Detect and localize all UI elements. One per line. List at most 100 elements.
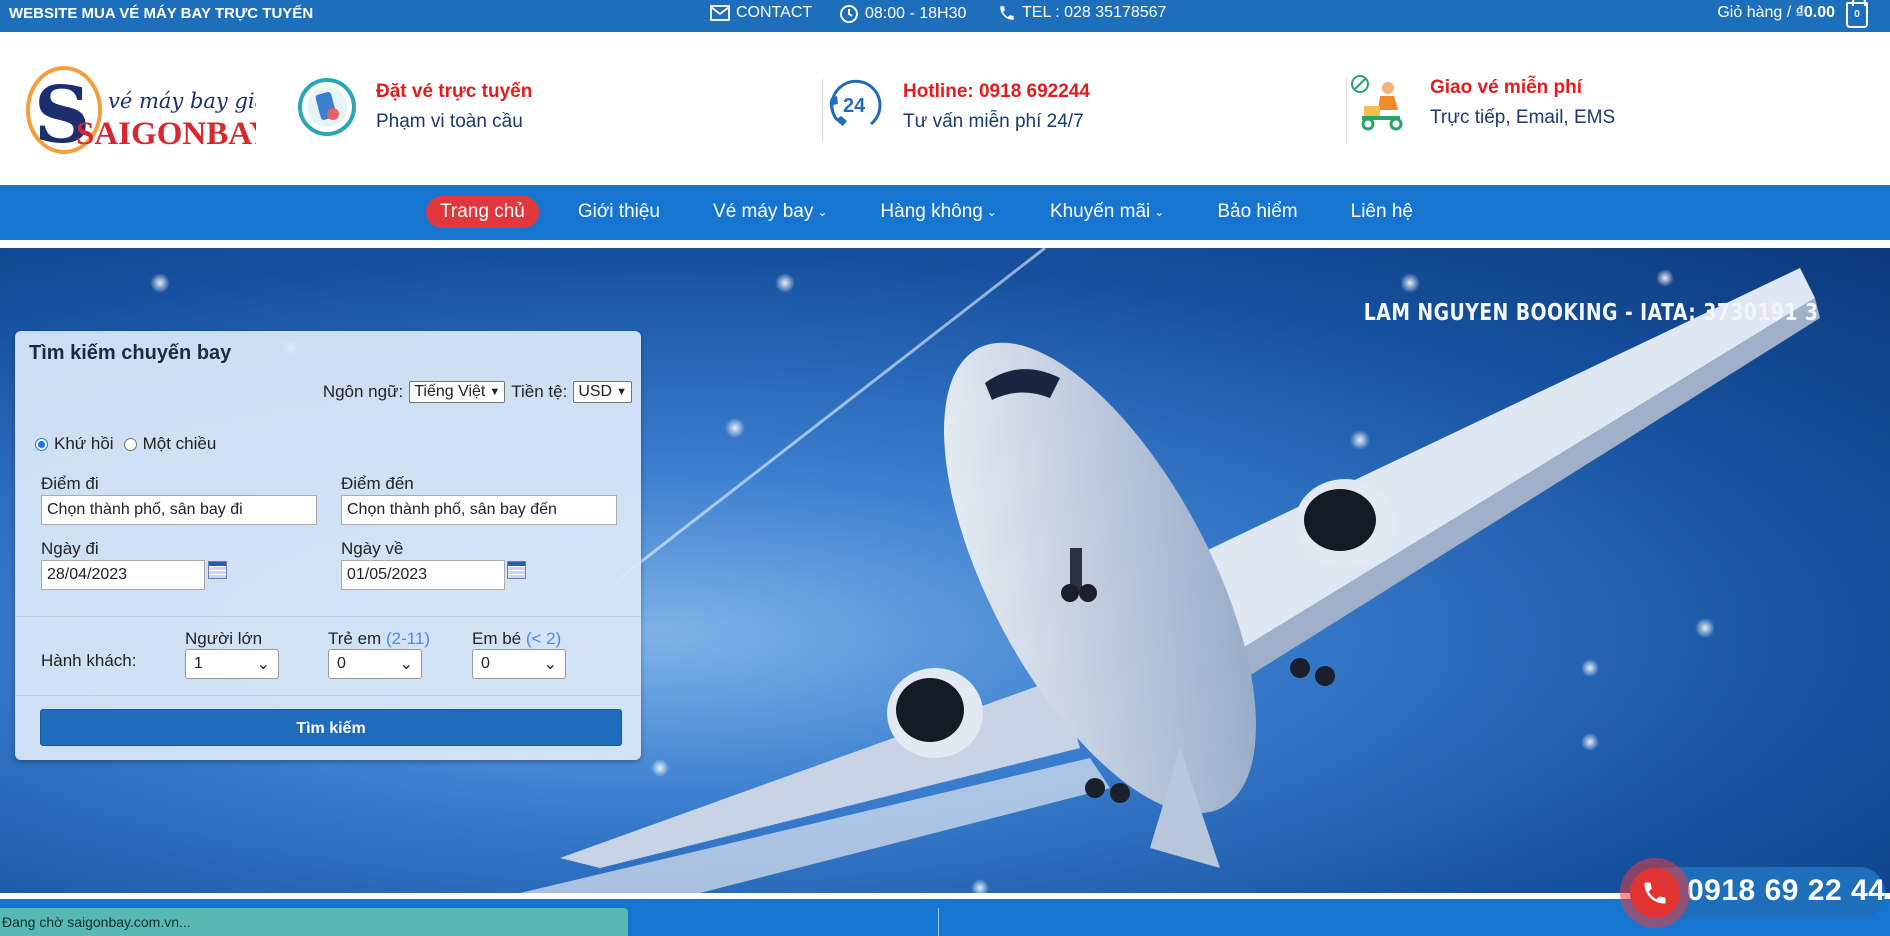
nav-label: Vé máy bay: [713, 201, 814, 222]
to-label: Điểm đến: [341, 474, 414, 493]
flight-search-form: Tìm kiếm chuyến bay Ngôn ngữ: Tiếng Việt…: [15, 331, 641, 760]
child-select[interactable]: 0 ⌄: [328, 649, 422, 679]
tel-text: TEL : 028 35178567: [1022, 4, 1167, 21]
language-currency-row: Ngôn ngữ: Tiếng Việt ▼ Tiền tệ: USD ▼: [323, 381, 632, 403]
cart-link[interactable]: Giỏ hàng / ₫0.00: [1717, 4, 1835, 22]
adult-select[interactable]: 1 ⌄: [185, 649, 279, 679]
nav-home[interactable]: Trang chủ: [426, 196, 539, 228]
search-button[interactable]: Tìm kiếm: [40, 709, 622, 746]
currency-select[interactable]: USD ▼: [573, 381, 632, 403]
feature-subtitle: Trực tiếp, Email, EMS: [1430, 107, 1616, 128]
infant-range: (< 2): [525, 629, 562, 648]
cart-label: Giỏ hàng /: [1717, 4, 1792, 21]
chevron-down-icon: ⌄: [817, 205, 828, 219]
adult-value: 1: [194, 655, 203, 672]
search-title: Tìm kiếm chuyến bay: [29, 342, 232, 364]
chevron-down-icon: ⌄: [986, 205, 997, 219]
calendar-icon[interactable]: [208, 561, 227, 579]
main-nav: Trang chủ Giới thiệu Vé máy bay ⌄ Hàng kh…: [0, 185, 1890, 240]
logo-tagline: vé máy bay giá rẻ: [108, 89, 256, 113]
currency-label: Tiền tệ:: [511, 382, 568, 401]
iata-caption: LAM NGUYEN BOOKING - IATA: 3730191 3: [1363, 300, 1818, 326]
feature-hotline: 24 Hotline: 0918 692244 Tư vấn miễn phí …: [823, 76, 1090, 138]
site-title: WEBSITE MUA VÉ MÁY BAY TRỰC TUYẾN: [9, 5, 314, 22]
language-select[interactable]: Tiếng Việt ▼: [409, 381, 506, 403]
browser-status-bar: Đang chờ saigonbay.com.vn...: [0, 908, 628, 936]
chevron-down-icon: ⌄: [1154, 205, 1165, 219]
feature-title: Hotline: 0918 692244: [903, 81, 1090, 102]
cart-count: 0: [1854, 9, 1860, 20]
language-label: Ngôn ngữ:: [322, 382, 404, 401]
hours-info: 08:00 - 18H30: [839, 4, 966, 24]
one-way-label: Một chiều: [142, 434, 217, 453]
currency-value: USD: [578, 383, 613, 400]
nav-label: Giới thiệu: [577, 201, 661, 222]
from-label: Điểm đi: [41, 474, 99, 493]
feature-title: Giao vé miễn phí: [1430, 77, 1583, 98]
round-trip-label: Khứ hồi: [54, 434, 114, 453]
nav-tickets[interactable]: Vé máy bay ⌄: [699, 196, 841, 228]
nav-about[interactable]: Giới thiệu: [564, 196, 674, 228]
infant-value: 0: [481, 655, 490, 672]
call-button[interactable]: [1620, 858, 1690, 928]
infant-label-group: Em bé (< 2): [472, 629, 561, 649]
feature-title: Đặt vé trực tuyến: [376, 81, 533, 102]
phone-icon: [1000, 6, 1014, 20]
chevron-down-icon: ▼: [489, 386, 501, 398]
contact-link[interactable]: CONTACT: [710, 4, 812, 22]
depart-date-input[interactable]: 28/04/2023: [41, 560, 205, 590]
nav-contact[interactable]: Liên hệ: [1337, 196, 1427, 228]
chevron-down-icon: ⌄: [399, 656, 413, 673]
trip-type: Khứ hồi Một chiều: [35, 434, 216, 454]
site-header: S vé máy bay giá rẻ SAIGONBAY Đặt vé trự…: [0, 32, 1890, 185]
chevron-down-icon: ▼: [616, 386, 627, 398]
divider: [1346, 78, 1347, 142]
passengers-label: Hành khách:: [41, 651, 137, 670]
infant-select[interactable]: 0 ⌄: [472, 649, 566, 679]
cart-amount: ₫0.00: [1795, 4, 1835, 21]
delivery-scooter-icon: [1351, 75, 1403, 131]
nav-label: Bảo hiểm: [1217, 201, 1298, 222]
to-input[interactable]: Chọn thành phố, sân bay đến: [341, 495, 617, 525]
tel-link[interactable]: TEL : 028 35178567: [998, 4, 1166, 22]
language-value: Tiếng Việt: [414, 383, 486, 400]
mobile-booking-icon: [298, 78, 356, 136]
round-trip-radio[interactable]: [35, 437, 48, 451]
clock-icon: [840, 5, 858, 23]
nav-promotions[interactable]: Khuyến mãi ⌄: [1036, 196, 1178, 228]
nav-label: Khuyến mãi: [1049, 201, 1151, 222]
divider: [15, 695, 641, 696]
feature-subtitle: Tư vấn miễn phí 24/7: [903, 111, 1084, 132]
return-label: Ngày về: [341, 539, 404, 558]
hotline-number[interactable]: 0918 69 22 44: [1687, 874, 1885, 908]
nav-label: Hàng không: [880, 201, 983, 222]
child-range: (2-11): [385, 629, 431, 648]
24h-support-icon: 24: [829, 79, 882, 126]
divider: [0, 893, 1890, 899]
child-label: Trẻ em: [328, 629, 382, 648]
return-date-input[interactable]: 01/05/2023: [341, 560, 505, 590]
feature-subtitle: Phạm vi toàn cầu: [376, 111, 523, 132]
top-bar: WEBSITE MUA VÉ MÁY BAY TRỰC TUYẾN CONTAC…: [0, 0, 1890, 32]
child-value: 0: [337, 655, 346, 672]
nav-insurance[interactable]: Bảo hiểm: [1203, 196, 1311, 228]
calendar-icon[interactable]: [507, 561, 526, 579]
divider: [15, 616, 641, 617]
logo-name: SAIGONBAY: [76, 116, 256, 152]
site-logo[interactable]: S vé máy bay giá rẻ SAIGONBAY: [16, 62, 296, 161]
cart-bag-icon[interactable]: 0: [1846, 0, 1868, 28]
divider: [938, 908, 939, 936]
feature-free-delivery: Giao vé miễn phí Trực tiếp, Email, EMS: [1350, 72, 1615, 134]
infant-label: Em bé: [472, 629, 522, 648]
from-input[interactable]: Chọn thành phố, sân bay đi: [41, 495, 317, 525]
phone-icon: [1644, 882, 1666, 904]
feature-online-booking: Đặt vé trực tuyến Phạm vi toàn cầu: [296, 76, 532, 138]
hours-text: 08:00 - 18H30: [865, 5, 967, 22]
one-way-radio[interactable]: [123, 437, 137, 451]
24-text: 24: [843, 95, 866, 117]
mail-icon: [710, 5, 730, 21]
nav-airlines[interactable]: Hàng không ⌄: [866, 196, 1011, 228]
depart-label: Ngày đi: [41, 539, 99, 558]
contact-label: CONTACT: [736, 4, 813, 21]
nav-label: Liên hệ: [1350, 201, 1413, 222]
